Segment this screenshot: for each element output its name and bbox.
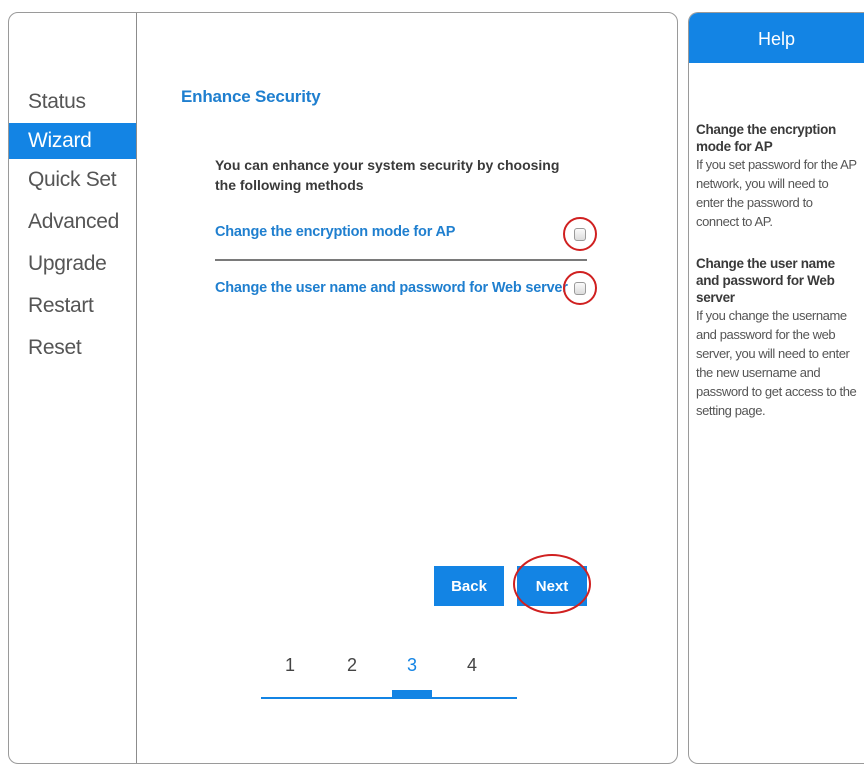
option-divider [215,259,587,261]
help-heading: Change the encryption mode for AP [696,122,836,154]
sidebar-menu: Status Wizard Quick Set Advanced Upgrade… [9,81,136,369]
highlight-ring [513,554,591,614]
sidebar-item-quick-set[interactable]: Quick Set [9,159,136,201]
encryption-mode-label[interactable]: Change the encryption mode for AP [215,224,455,240]
step-indicator: 1 2 3 4 [261,655,517,715]
current-step-marker [392,690,432,699]
page-title: Enhance Security [181,87,321,106]
web-credentials-checkbox[interactable] [574,282,586,295]
encryption-mode-checkbox[interactable] [574,228,586,241]
step-track [261,697,517,699]
help-panel: Help Change the encryption mode for AP I… [688,12,864,764]
wizard-content: Enhance Security You can enhance your sy… [137,13,677,763]
sidebar-item-advanced[interactable]: Advanced [9,201,136,243]
sidebar: Status Wizard Quick Set Advanced Upgrade… [9,13,137,763]
sidebar-item-status[interactable]: Status [9,81,136,123]
step-2: 2 [346,655,357,675]
help-heading: Change the user name and password for We… [696,256,835,305]
intro-text: You can enhance your system security by … [215,157,560,193]
step-1: 1 [284,655,295,675]
help-body: Change the encryption mode for AP If you… [689,63,864,420]
web-credentials-label[interactable]: Change the user name and password for We… [215,280,568,296]
help-text: If you set password for the AP network, … [696,157,857,229]
option-row-web-credentials: Change the user name and password for We… [215,273,585,305]
help-section: Change the encryption mode for AP If you… [696,121,858,231]
help-text: If you change the username and password … [696,308,857,418]
step-3-current: 3 [406,655,417,675]
step-4: 4 [466,655,477,675]
back-button[interactable]: Back [434,566,504,606]
sidebar-item-restart[interactable]: Restart [9,285,136,327]
option-row-encryption: Change the encryption mode for AP [215,217,585,249]
wizard-panel: Status Wizard Quick Set Advanced Upgrade… [8,12,678,764]
help-title: Help [689,13,864,63]
sidebar-item-upgrade[interactable]: Upgrade [9,243,136,285]
help-section: Change the user name and password for We… [696,255,858,420]
sidebar-item-wizard[interactable]: Wizard [9,123,136,159]
sidebar-item-reset[interactable]: Reset [9,327,136,369]
